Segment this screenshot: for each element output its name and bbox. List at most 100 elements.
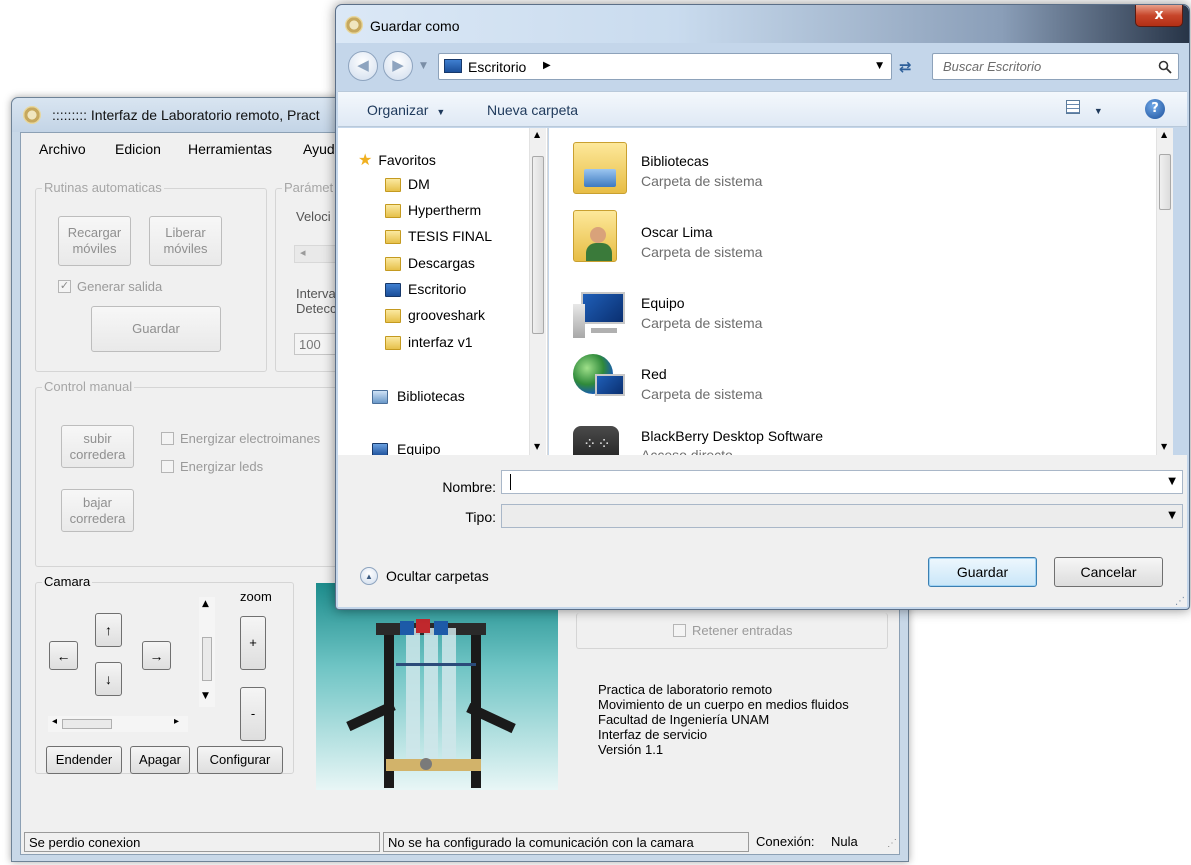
file-list-scrollbar[interactable]: ▲ ▼	[1156, 128, 1173, 455]
scroll-up-icon: ▲	[1161, 130, 1168, 139]
zoom-in-button[interactable]: +	[240, 616, 266, 670]
retener-entradas-checkbox[interactable]: Retener entradas	[673, 623, 792, 638]
view-options-button[interactable]: ▼	[1066, 100, 1103, 117]
nav-item-escritorio[interactable]: Escritorio	[385, 281, 466, 297]
subir-corredera-button[interactable]: subir corredera	[61, 425, 134, 468]
search-box[interactable]: Buscar Escritorio	[932, 53, 1179, 80]
ocultar-carpetas-toggle[interactable]: ▲ Ocultar carpetas	[360, 567, 489, 585]
address-location[interactable]: Escritorio	[468, 59, 526, 75]
guardar-rutina-button[interactable]: Guardar	[91, 306, 221, 352]
nav-item-hypertherm[interactable]: Hypertherm	[385, 202, 481, 218]
scroll-thumb[interactable]	[1159, 154, 1171, 210]
downloads-folder-icon	[385, 257, 401, 271]
camera-vertical-scrollbar[interactable]: ▲ ▼	[199, 597, 215, 707]
nombre-input[interactable]	[502, 471, 1152, 493]
encender-button[interactable]: Endender	[46, 746, 122, 774]
camera-horizontal-scrollbar[interactable]: ◂ ▸	[48, 716, 188, 732]
recargar-moviles-button[interactable]: Recargar móviles	[58, 216, 131, 266]
camera-up-button[interactable]: ↑	[95, 613, 122, 647]
user-folder-icon	[573, 210, 617, 262]
resize-grip-icon[interactable]: ⋰	[887, 838, 897, 849]
navigation-scrollbar[interactable]: ▲ ▼	[529, 128, 546, 455]
address-dropdown-icon[interactable]: ▼	[876, 61, 883, 71]
scroll-thumb[interactable]	[202, 637, 212, 681]
nav-item-interfaz-v1[interactable]: interfaz v1	[385, 334, 473, 350]
configurar-button[interactable]: Configurar	[197, 746, 283, 774]
help-icon[interactable]: ?	[1145, 99, 1165, 119]
scroll-left-icon: ◂	[52, 716, 58, 727]
bajar-corredera-button[interactable]: bajar corredera	[61, 489, 134, 532]
menu-edicion[interactable]: Edicion	[115, 141, 161, 157]
file-type: Carpeta de sistema	[641, 386, 763, 402]
nueva-carpeta-button[interactable]: Nueva carpeta	[487, 102, 578, 118]
folder-icon	[385, 309, 401, 323]
intervalo-value: 100	[299, 337, 321, 352]
dialog-title-bar[interactable]: Guardar como x	[336, 5, 1189, 43]
parametros-legend: Parámet	[282, 180, 336, 195]
file-name: Bibliotecas	[641, 153, 709, 169]
scroll-thumb[interactable]	[532, 156, 544, 334]
tipo-combobox[interactable]: ▼	[501, 504, 1183, 528]
file-name: Oscar Lima	[641, 224, 713, 240]
menu-ayuda[interactable]: Ayud	[303, 141, 335, 157]
resize-grip-icon[interactable]: ⋰	[1175, 596, 1185, 607]
menu-herramientas[interactable]: Herramientas	[188, 141, 272, 157]
liberar-moviles-button[interactable]: Liberar móviles	[149, 216, 222, 266]
camera-right-button[interactable]: →	[142, 641, 171, 670]
file-type: Carpeta de sistema	[641, 244, 763, 260]
apagar-button[interactable]: Apagar	[130, 746, 190, 774]
generar-salida-checkbox[interactable]: ✓ Generar salida	[58, 279, 162, 294]
nav-item-tesis-final[interactable]: TESIS FINAL	[385, 228, 492, 244]
energizar-leds-label: Energizar leds	[180, 459, 264, 474]
rutinas-legend: Rutinas automaticas	[42, 180, 164, 195]
nav-item-descargas[interactable]: Descargas	[385, 255, 475, 271]
forward-button[interactable]: ▶	[383, 51, 413, 81]
scroll-down-icon: ▼	[1161, 442, 1168, 451]
search-icon[interactable]	[1158, 60, 1172, 74]
nombre-combobox[interactable]: ▼	[501, 470, 1183, 494]
library-icon	[372, 390, 388, 404]
info-line: Movimiento de un cuerpo en medios fluido…	[598, 697, 849, 712]
energizar-leds-checkbox[interactable]: Energizar leds	[161, 459, 263, 474]
camera-left-button[interactable]: ←	[49, 641, 78, 670]
zoom-out-button[interactable]: -	[240, 687, 266, 741]
search-input[interactable]: Buscar Escritorio	[943, 59, 1041, 74]
check-icon: ✓	[58, 280, 71, 293]
nav-favoritos[interactable]: ★ Favoritos	[358, 150, 436, 170]
file-name: BlackBerry Desktop Software	[641, 428, 824, 444]
back-button[interactable]: ◀	[348, 51, 378, 81]
energizar-electroimanes-checkbox[interactable]: Energizar electroimanes	[161, 431, 320, 446]
file-list-pane: Bibliotecas Carpeta de sistema Oscar Lim…	[549, 128, 1173, 455]
cancelar-button[interactable]: Cancelar	[1054, 557, 1163, 587]
menu-archivo[interactable]: Archivo	[39, 141, 86, 157]
status-bar: Se perdio conexion No se ha configurado …	[21, 830, 899, 854]
camera-down-button[interactable]: ↓	[95, 662, 122, 696]
chevron-down-icon[interactable]: ▼	[1168, 476, 1176, 487]
close-button[interactable]: x	[1135, 5, 1183, 27]
dialog-toolbar: Organizar ▼ Nueva carpeta ▼ ?	[338, 91, 1187, 127]
view-list-icon	[1066, 100, 1080, 114]
nombre-label: Nombre:	[442, 479, 496, 495]
intervalo-label: Interva Detecc	[296, 286, 337, 316]
refresh-icon[interactable]: ⇄	[899, 58, 912, 76]
info-text: Practica de laboratorio remoto Movimient…	[598, 682, 849, 757]
info-line: Facultad de Ingeniería UNAM	[598, 712, 770, 727]
nav-item-grooveshark[interactable]: grooveshark	[385, 307, 485, 323]
zoom-label: zoom	[240, 589, 272, 604]
history-dropdown-icon[interactable]: ▼	[420, 61, 427, 71]
unam-logo-icon	[23, 106, 41, 124]
folder-icon	[385, 230, 401, 244]
scroll-thumb[interactable]	[62, 719, 112, 729]
guardar-button[interactable]: Guardar	[928, 557, 1037, 587]
chevron-down-icon: ▼	[1093, 106, 1103, 116]
chevron-down-icon[interactable]: ▼	[1168, 510, 1176, 521]
breadcrumb-arrow-icon[interactable]: ▶	[543, 60, 551, 71]
retener-group: Retener entradas	[576, 613, 888, 649]
nav-bibliotecas[interactable]: Bibliotecas	[372, 388, 465, 404]
back-arrow-icon: ◀	[357, 56, 369, 74]
camara-group: Camara zoom ↑ ↓ ← → ▲ ▼ ◂ ▸ + - Endender…	[35, 574, 294, 774]
organizar-button[interactable]: Organizar ▼	[367, 102, 445, 118]
main-window-title: ::::::::: Interfaz de Laboratorio remoto…	[52, 107, 320, 123]
address-bar[interactable]: Escritorio ▶ ▼	[438, 53, 892, 80]
nav-item-dm[interactable]: DM	[385, 176, 430, 192]
